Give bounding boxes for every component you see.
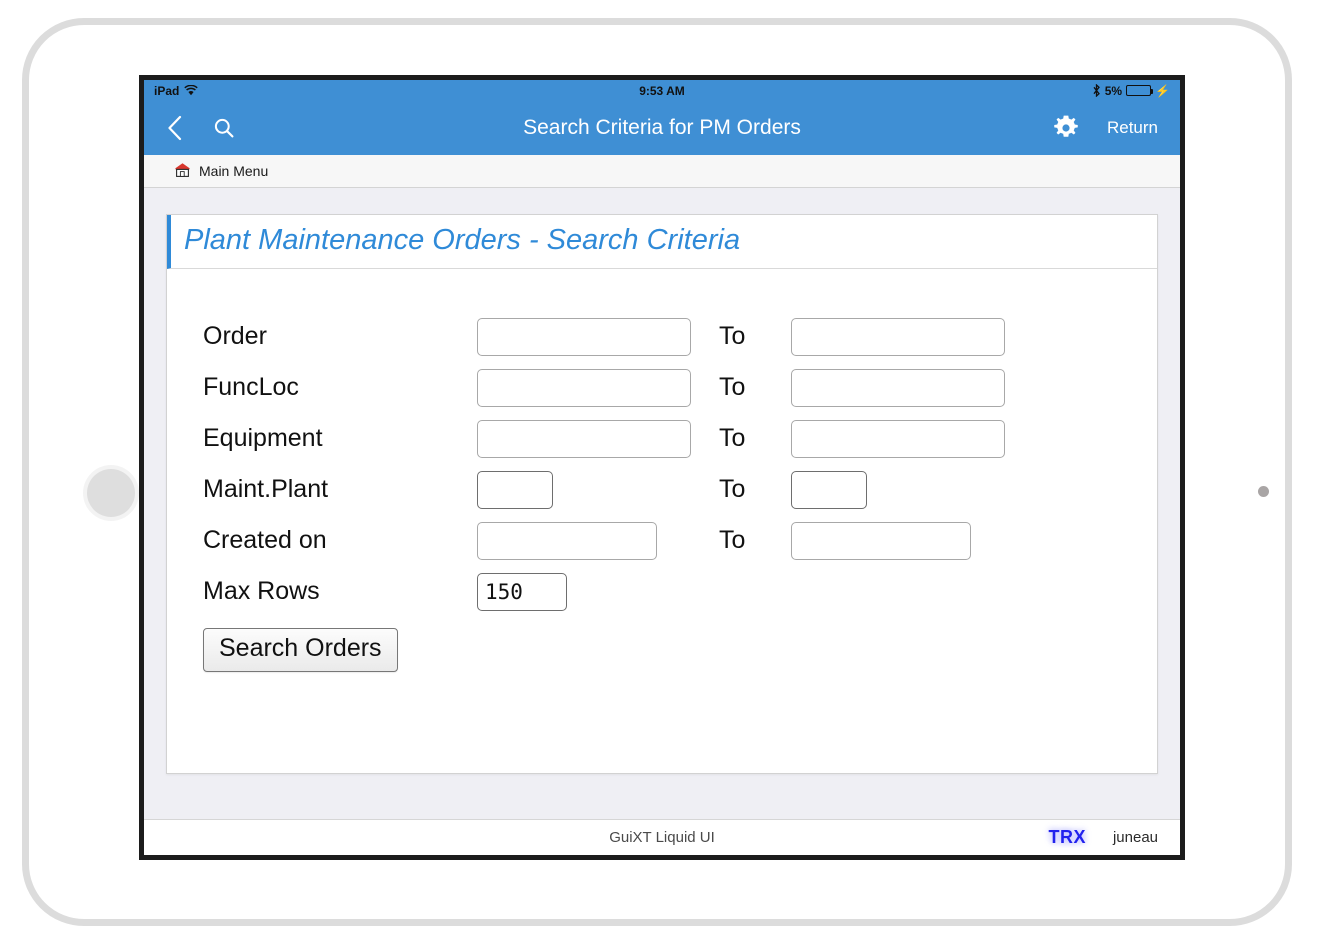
home-button[interactable] [87,469,135,517]
from-field-cell [477,369,719,407]
equipment-from-input[interactable] [477,420,691,458]
status-bar-clock: 9:53 AM [144,84,1180,98]
card-header: Plant Maintenance Orders - Search Criter… [167,215,1157,269]
bluetooth-icon [1092,84,1101,97]
field-label: Order [167,322,477,351]
created-on-to-input[interactable] [791,522,971,560]
form-row: Equipment To [167,413,1157,464]
max-rows-input[interactable]: 150 [477,573,567,611]
funcloc-from-input[interactable] [477,369,691,407]
field-label: Created on [167,526,477,555]
funcloc-to-input[interactable] [791,369,1005,407]
to-field-cell [791,471,867,509]
to-field-cell [791,318,1005,356]
product-label: GuiXT Liquid UI [144,829,1180,846]
screen-content-area: Plant Maintenance Orders - Search Criter… [144,188,1180,819]
ipad-screen: iPad 9:53 AM 5% ⚡ [139,75,1185,860]
screen-footer: GuiXT Liquid UI TRX juneau [144,819,1180,855]
lightning-bolt-icon: ⚡ [1155,85,1170,97]
search-criteria-form: Order To FuncLoc To [167,269,1157,773]
button-row: Search Orders [167,628,1157,672]
from-field-cell [477,522,719,560]
gear-icon[interactable] [1051,113,1081,143]
to-label: To [719,373,791,402]
maint-plant-from-input[interactable] [477,471,553,509]
from-field-cell [477,318,719,356]
form-row: FuncLoc To [167,362,1157,413]
to-label: To [719,526,791,555]
home-icon [174,162,191,181]
trx-logo: TRX [1045,827,1089,848]
return-button[interactable]: Return [1107,118,1158,138]
user-label: juneau [1113,829,1158,846]
from-field-cell [477,420,719,458]
to-field-cell [791,420,1005,458]
footer-right: TRX juneau [1045,827,1158,848]
page-title: Search Criteria for PM Orders [144,116,1180,140]
field-label: Maint.Plant [167,475,477,504]
to-field-cell [791,369,1005,407]
order-to-input[interactable] [791,318,1005,356]
field-label: FuncLoc [167,373,477,402]
to-label: To [719,424,791,453]
search-criteria-card: Plant Maintenance Orders - Search Criter… [166,214,1158,774]
breadcrumb-toolbar: Main Menu [144,155,1180,188]
navigation-bar: Search Criteria for PM Orders Return [144,101,1180,155]
search-icon[interactable] [213,117,235,139]
form-row: Created on To [167,515,1157,566]
status-bar-left: iPad [154,84,198,98]
battery-icon [1126,85,1151,96]
nav-bar-right: Return [1051,113,1158,143]
chevron-left-icon[interactable] [166,114,183,142]
field-label: Max Rows [167,577,477,606]
wifi-icon [184,85,198,96]
form-row: Max Rows 150 [167,566,1157,617]
front-camera-icon [1258,486,1269,497]
to-field-cell [791,522,971,560]
device-label: iPad [154,84,179,98]
to-label: To [719,322,791,351]
status-bar-right: 5% ⚡ [1092,84,1170,98]
form-row: Order To [167,311,1157,362]
equipment-to-input[interactable] [791,420,1005,458]
sidebar-item-main-menu[interactable]: Main Menu [174,162,268,181]
maint-plant-to-input[interactable] [791,471,867,509]
from-field-cell [477,471,719,509]
from-field-cell: 150 [477,573,719,611]
status-bar: iPad 9:53 AM 5% ⚡ [144,80,1180,101]
to-label: To [719,475,791,504]
field-label: Equipment [167,424,477,453]
card-title: Plant Maintenance Orders - Search Criter… [184,224,1157,257]
search-orders-button[interactable]: Search Orders [203,628,398,672]
form-row: Maint.Plant To [167,464,1157,515]
battery-percent-label: 5% [1105,84,1122,98]
created-on-from-input[interactable] [477,522,657,560]
main-menu-label: Main Menu [199,163,268,179]
nav-bar-left [166,114,235,142]
order-from-input[interactable] [477,318,691,356]
